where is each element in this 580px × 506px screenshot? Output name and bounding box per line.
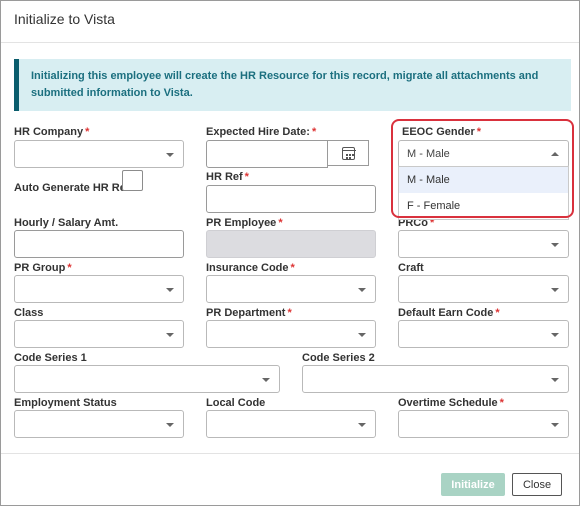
chevron-down-icon	[262, 378, 270, 382]
option-male[interactable]: M - Male	[399, 167, 568, 193]
initialize-dialog: Initialize to Vista Initializing this em…	[0, 0, 580, 506]
craft-label: Craft	[398, 262, 424, 274]
pr-department-select[interactable]	[206, 320, 376, 348]
eeoc-gender-dropdown: M - Male F - Female	[398, 166, 569, 220]
local-code-label: Local Code	[206, 397, 266, 409]
chevron-down-icon	[551, 423, 559, 427]
class-select[interactable]	[14, 320, 184, 348]
initialize-button[interactable]: Initialize	[441, 473, 505, 496]
calendar-button[interactable]	[327, 140, 369, 166]
calendar-icon	[341, 147, 356, 160]
hr-ref-label: HR Ref *	[206, 171, 249, 183]
code-series-2-select[interactable]	[302, 365, 569, 393]
pr-group-select[interactable]	[14, 275, 184, 303]
hourly-salary-label: Hourly / Salary Amt.	[14, 217, 119, 229]
chevron-up-icon	[551, 152, 559, 156]
craft-select[interactable]	[398, 275, 569, 303]
auto-generate-hr-ref-label: Auto Generate HR Ref	[14, 182, 130, 194]
pr-department-label: PR Department *	[206, 307, 292, 319]
code-series-1-select[interactable]	[14, 365, 280, 393]
chevron-down-icon	[166, 288, 174, 292]
pr-employee-label: PR Employee *	[206, 217, 283, 229]
footer-divider	[1, 453, 579, 454]
eeoc-gender-value: M - Male	[407, 148, 450, 160]
close-button[interactable]: Close	[512, 473, 562, 496]
chevron-down-icon	[166, 423, 174, 427]
hourly-salary-input[interactable]	[14, 230, 184, 258]
employment-status-label: Employment Status	[14, 397, 117, 409]
chevron-down-icon	[551, 378, 559, 382]
chevron-down-icon	[551, 333, 559, 337]
chevron-down-icon	[551, 288, 559, 292]
code-series-2-label: Code Series 2	[302, 352, 375, 364]
chevron-down-icon	[166, 333, 174, 337]
chevron-down-icon	[358, 288, 366, 292]
chevron-down-icon	[358, 333, 366, 337]
eeoc-gender-select[interactable]: M - Male	[398, 140, 569, 168]
chevron-down-icon	[166, 153, 174, 157]
option-female[interactable]: F - Female	[399, 193, 568, 219]
expected-hire-date-label: Expected Hire Date: *	[206, 126, 317, 138]
default-earn-code-select[interactable]	[398, 320, 569, 348]
pr-group-label: PR Group *	[14, 262, 72, 274]
code-series-1-label: Code Series 1	[14, 352, 87, 364]
insurance-code-select[interactable]	[206, 275, 376, 303]
hr-company-label: HR Company *	[14, 126, 90, 138]
info-banner: Initializing this employee will create t…	[14, 59, 571, 111]
chevron-down-icon	[358, 423, 366, 427]
dialog-title: Initialize to Vista	[14, 11, 115, 27]
insurance-code-label: Insurance Code *	[206, 262, 295, 274]
eeoc-gender-label: EEOC Gender *	[402, 126, 482, 138]
expected-hire-date-input[interactable]	[206, 140, 328, 168]
prco-select[interactable]	[398, 230, 569, 258]
hr-ref-input[interactable]	[206, 185, 376, 213]
hr-company-select[interactable]	[14, 140, 184, 168]
auto-generate-hr-ref-checkbox[interactable]	[122, 170, 143, 191]
class-label: Class	[14, 307, 44, 319]
header-divider	[1, 42, 579, 43]
chevron-down-icon	[551, 243, 559, 247]
local-code-select[interactable]	[206, 410, 376, 438]
pr-employee-input	[206, 230, 376, 258]
employment-status-select[interactable]	[14, 410, 184, 438]
default-earn-code-label: Default Earn Code *	[398, 307, 500, 319]
overtime-schedule-select[interactable]	[398, 410, 569, 438]
info-text: Initializing this employee will create t…	[31, 70, 539, 99]
overtime-schedule-label: Overtime Schedule *	[398, 397, 504, 409]
